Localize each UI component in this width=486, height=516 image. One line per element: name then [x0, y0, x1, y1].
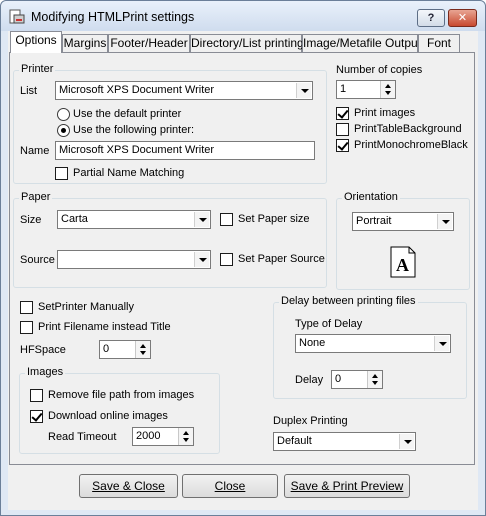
remove-file-path-label: Remove file path from images: [48, 389, 195, 401]
print-table-background-label: PrintTableBackground: [354, 123, 462, 135]
tab-margins[interactable]: Margins: [62, 34, 108, 53]
chevron-down-icon[interactable]: [194, 212, 209, 227]
tab-font[interactable]: Font: [418, 34, 460, 53]
download-online-images-label: Download online images: [48, 410, 168, 422]
chevron-down-icon[interactable]: [296, 83, 311, 98]
app-icon: [9, 9, 25, 24]
printer-name-label: Name: [20, 145, 50, 157]
chevron-down-icon[interactable]: [437, 214, 452, 229]
partial-name-matching-label: Partial Name Matching: [73, 167, 185, 179]
paper-size-label: Size: [20, 214, 42, 226]
use-following-printer-radio[interactable]: [57, 124, 70, 137]
delay-value: 0: [335, 373, 342, 385]
save-print-preview-label: Save & Print Preview: [290, 479, 404, 493]
print-table-background-checkbox[interactable]: [336, 123, 349, 136]
set-printer-manually-checkbox[interactable]: [20, 301, 33, 314]
type-of-delay-dropdown[interactable]: None: [295, 334, 451, 353]
duplex-printing-dropdown[interactable]: Default: [273, 432, 416, 451]
images-legend: Images: [25, 366, 66, 378]
number-of-copies-value: 1: [340, 83, 347, 95]
type-of-delay-label: Type of Delay: [295, 318, 363, 330]
window-title: Modifying HTMLPrint settings: [31, 10, 195, 24]
orientation-value: Portrait: [356, 215, 392, 227]
read-timeout-value: 2000: [136, 430, 161, 442]
orientation-letter: A: [396, 255, 409, 275]
printer-legend: Printer: [19, 63, 56, 75]
print-filename-label: Print Filename instead Title: [38, 321, 171, 333]
number-of-copies-spinner[interactable]: 1: [336, 80, 396, 99]
chevron-down-icon[interactable]: [194, 252, 209, 267]
paper-source-dropdown[interactable]: [57, 250, 211, 269]
settings-window: Modifying HTMLPrint settings ? ✕ Options…: [0, 0, 486, 516]
set-printer-manually-label: SetPrinter Manually: [38, 301, 134, 313]
tab-options[interactable]: Options: [10, 31, 62, 53]
number-of-copies-label: Number of copies: [336, 64, 423, 76]
close-window-button[interactable]: ✕: [448, 9, 477, 27]
tab-directory-list-printing[interactable]: Directory/List printing: [190, 34, 304, 53]
delay-label: Delay: [295, 374, 324, 386]
paper-legend: Paper: [19, 191, 53, 203]
portrait-page-icon: A: [390, 246, 416, 278]
tab-strip: Options Margins Footer/Header Directory/…: [8, 31, 478, 53]
chevron-down-icon[interactable]: [434, 336, 449, 351]
paper-size-value: Carta: [61, 213, 88, 225]
print-filename-checkbox[interactable]: [20, 321, 33, 334]
delay-spinner[interactable]: 0: [331, 370, 383, 389]
download-online-images-checkbox[interactable]: [30, 410, 43, 423]
use-default-printer-radio[interactable]: [57, 108, 70, 121]
hfspace-value: 0: [103, 343, 110, 355]
print-images-label: Print images: [354, 107, 416, 119]
tab-image-metafile-output[interactable]: Image/Metafile Output: [302, 34, 421, 53]
printer-list-label: List: [20, 85, 38, 97]
delay-legend: Delay between printing files: [279, 295, 418, 307]
print-monochrome-black-label: PrintMonochromeBlack: [354, 139, 468, 151]
read-timeout-label: Read Timeout: [48, 431, 117, 443]
chevron-down-icon[interactable]: [399, 434, 414, 449]
options-panel: Printer List Microsoft XPS Document Writ…: [9, 52, 475, 465]
hfspace-label: HFSpace: [20, 344, 66, 356]
dialog-client: Options Margins Footer/Header Directory/…: [8, 31, 478, 510]
printer-list-dropdown[interactable]: Microsoft XPS Document Writer: [55, 81, 313, 100]
type-of-delay-value: None: [299, 337, 326, 349]
print-monochrome-black-checkbox[interactable]: [336, 139, 349, 152]
print-images-checkbox[interactable]: [336, 107, 349, 120]
set-paper-size-checkbox[interactable]: [220, 213, 233, 226]
save-close-button[interactable]: Save & Close: [79, 474, 178, 498]
spinner-arrows-icon[interactable]: [135, 341, 150, 358]
help-button[interactable]: ?: [417, 9, 445, 27]
set-paper-source-label: Set Paper Source: [238, 253, 325, 265]
paper-size-dropdown[interactable]: Carta: [57, 210, 211, 229]
save-print-preview-button[interactable]: Save & Print Preview: [284, 474, 410, 498]
duplex-printing-value: Default: [277, 435, 312, 447]
printer-name-input[interactable]: Microsoft XPS Document Writer: [55, 141, 315, 160]
close-button[interactable]: Close: [182, 474, 278, 498]
use-following-printer-label: Use the following printer:: [73, 124, 195, 136]
close-label: Close: [214, 479, 246, 493]
set-paper-source-checkbox[interactable]: [220, 253, 233, 266]
set-paper-size-label: Set Paper size: [238, 213, 310, 225]
save-close-label: Save & Close: [92, 479, 165, 493]
spinner-arrows-icon[interactable]: [367, 371, 382, 388]
tab-footer-header[interactable]: Footer/Header: [108, 34, 190, 53]
partial-name-matching-checkbox[interactable]: [55, 167, 68, 180]
spinner-arrows-icon[interactable]: [178, 428, 193, 445]
use-default-printer-label: Use the default printer: [73, 108, 182, 120]
orientation-legend: Orientation: [342, 191, 400, 203]
printer-name-value: Microsoft XPS Document Writer: [59, 144, 215, 156]
spinner-arrows-icon[interactable]: [380, 81, 395, 98]
duplex-printing-label: Duplex Printing: [273, 415, 348, 427]
orientation-dropdown[interactable]: Portrait: [352, 212, 454, 231]
read-timeout-spinner[interactable]: 2000: [132, 427, 194, 446]
paper-source-label: Source: [20, 254, 55, 266]
title-bar[interactable]: Modifying HTMLPrint settings ? ✕: [1, 1, 485, 31]
remove-file-path-checkbox[interactable]: [30, 389, 43, 402]
hfspace-spinner[interactable]: 0: [99, 340, 151, 359]
printer-list-value: Microsoft XPS Document Writer: [59, 84, 215, 96]
